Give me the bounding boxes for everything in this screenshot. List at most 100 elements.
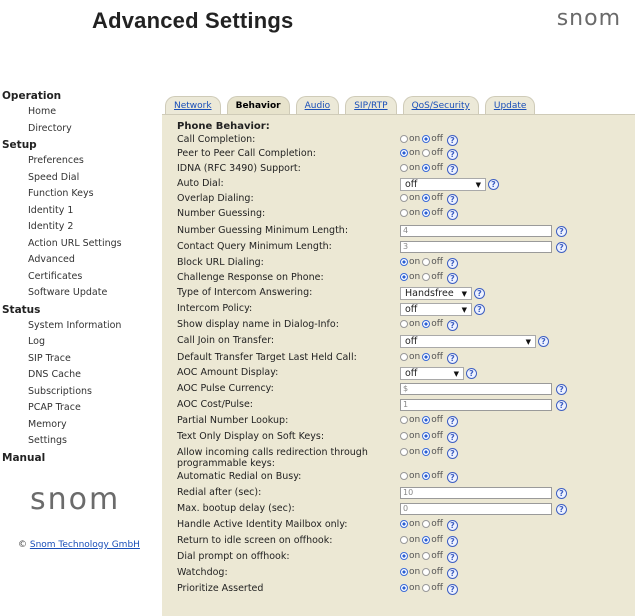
tab-network[interactable]: Network (165, 96, 221, 115)
sidebar-item-action-url-settings[interactable]: Action URL Settings (0, 236, 150, 253)
sidebar-item-preferences[interactable]: Preferences (0, 153, 150, 170)
sidebar-item-memory[interactable]: Memory (0, 417, 150, 434)
sidebar-item-certificates[interactable]: Certificates (0, 269, 150, 286)
radio-off[interactable]: off (422, 352, 443, 362)
help-icon[interactable]: ? (474, 304, 485, 315)
radio-off[interactable]: off (422, 431, 443, 441)
sidebar-item-advanced[interactable]: Advanced (0, 252, 150, 269)
setting-select[interactable]: off ▼ (400, 335, 536, 348)
setting-text-input[interactable]: 1 (400, 399, 552, 411)
help-icon[interactable]: ? (466, 368, 477, 379)
radio-off[interactable]: off (422, 319, 443, 329)
radio-on[interactable]: on (400, 193, 420, 203)
radio-off[interactable]: off (422, 272, 443, 282)
sidebar-item-system-information[interactable]: System Information (0, 318, 150, 335)
radio-off[interactable]: off (422, 163, 443, 173)
tab-audio[interactable]: Audio (295, 96, 340, 115)
tab-update[interactable]: Update (484, 96, 536, 115)
help-icon[interactable]: ? (556, 487, 567, 499)
help-icon[interactable]: ? (446, 432, 458, 443)
radio-on[interactable]: on (400, 471, 420, 481)
setting-select[interactable]: off ▼ (400, 178, 486, 191)
help-icon[interactable]: ? (446, 520, 458, 531)
radio-on[interactable]: on (400, 163, 420, 173)
radio-off[interactable]: off (422, 134, 443, 144)
help-icon[interactable]: ? (556, 225, 567, 237)
radio-off[interactable]: off (422, 148, 443, 158)
help-icon[interactable]: ? (446, 320, 458, 331)
radio-on[interactable]: on (400, 257, 420, 267)
sidebar-item-identity-2[interactable]: Identity 2 (0, 219, 150, 236)
tab-sip-rtp[interactable]: SIP/RTP (345, 96, 397, 115)
radio-off[interactable]: off (422, 519, 443, 529)
help-icon[interactable]: ? (446, 472, 458, 483)
radio-on[interactable]: on (400, 208, 420, 218)
radio-on[interactable]: on (400, 431, 420, 441)
radio-on[interactable]: on (400, 535, 420, 545)
radio-off[interactable]: off (422, 583, 443, 593)
radio-off[interactable]: off (422, 415, 443, 425)
sidebar-item-directory[interactable]: Directory (0, 121, 150, 138)
radio-off[interactable]: off (422, 257, 443, 267)
help-icon[interactable]: ? (538, 336, 549, 347)
sidebar-item-speed-dial[interactable]: Speed Dial (0, 170, 150, 187)
help-icon[interactable]: ? (446, 353, 458, 364)
setting-text-input[interactable]: 10 (400, 487, 552, 499)
radio-on[interactable]: on (400, 447, 420, 457)
radio-on[interactable]: on (400, 352, 420, 362)
radio-on[interactable]: on (400, 583, 420, 593)
setting-text-input[interactable]: 3 (400, 241, 552, 253)
radio-on[interactable]: on (400, 519, 420, 529)
tab-behavior[interactable]: Behavior (226, 96, 290, 115)
setting-select[interactable]: off ▼ (400, 303, 472, 316)
help-icon[interactable]: ? (556, 383, 567, 395)
sidebar-item-sip-trace[interactable]: SIP Trace (0, 351, 150, 368)
radio-off[interactable]: off (422, 535, 443, 545)
help-icon[interactable]: ? (446, 194, 458, 205)
copyright-link[interactable]: Snom Technology GmbH (30, 540, 140, 550)
sidebar-item-log[interactable]: Log (0, 334, 150, 351)
radio-off[interactable]: off (422, 208, 443, 218)
help-icon[interactable]: ? (446, 273, 458, 284)
help-icon[interactable]: ? (446, 568, 458, 579)
help-icon[interactable]: ? (446, 164, 458, 175)
sidebar-item-settings[interactable]: Settings (0, 433, 150, 450)
help-icon[interactable]: ? (446, 552, 458, 563)
help-icon[interactable]: ? (556, 241, 567, 253)
help-icon[interactable]: ? (446, 536, 458, 547)
help-icon[interactable]: ? (556, 399, 567, 411)
help-icon[interactable]: ? (446, 258, 458, 269)
sidebar-item-home[interactable]: Home (0, 104, 150, 121)
sidebar-item-identity-1[interactable]: Identity 1 (0, 203, 150, 220)
help-icon[interactable]: ? (474, 288, 485, 299)
radio-off[interactable]: off (422, 193, 443, 203)
radio-off[interactable]: off (422, 471, 443, 481)
radio-on[interactable]: on (400, 148, 420, 158)
help-icon[interactable]: ? (446, 416, 458, 427)
radio-on[interactable]: on (400, 551, 420, 561)
radio-on[interactable]: on (400, 272, 420, 282)
help-icon[interactable]: ? (446, 135, 458, 146)
sidebar-item-subscriptions[interactable]: Subscriptions (0, 384, 150, 401)
setting-select[interactable]: off ▼ (400, 367, 464, 380)
sidebar-item-function-keys[interactable]: Function Keys (0, 186, 150, 203)
sidebar-item-pcap-trace[interactable]: PCAP Trace (0, 400, 150, 417)
help-icon[interactable]: ? (488, 179, 499, 190)
sidebar-item-dns-cache[interactable]: DNS Cache (0, 367, 150, 384)
help-icon[interactable]: ? (446, 448, 458, 459)
tab-qos-security[interactable]: QoS/Security (402, 96, 479, 115)
radio-off[interactable]: off (422, 567, 443, 577)
help-icon[interactable]: ? (446, 149, 458, 160)
setting-text-input[interactable]: $ (400, 383, 552, 395)
radio-on[interactable]: on (400, 319, 420, 329)
setting-text-input[interactable]: 0 (400, 503, 552, 515)
radio-on[interactable]: on (400, 134, 420, 144)
radio-off[interactable]: off (422, 447, 443, 457)
help-icon[interactable]: ? (446, 584, 458, 595)
help-icon[interactable]: ? (446, 209, 458, 220)
help-icon[interactable]: ? (556, 503, 567, 515)
setting-select[interactable]: Handsfree ▼ (400, 287, 472, 300)
radio-off[interactable]: off (422, 551, 443, 561)
sidebar-item-software-update[interactable]: Software Update (0, 285, 150, 302)
radio-on[interactable]: on (400, 567, 420, 577)
